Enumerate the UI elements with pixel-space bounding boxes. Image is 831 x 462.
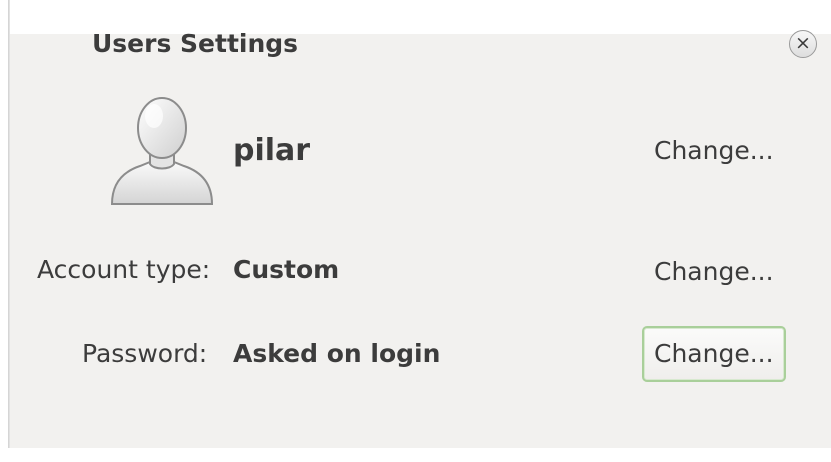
change-name-button[interactable]: Change... bbox=[640, 133, 788, 169]
users-settings-window: Users Settings × pilar Change... Account… bbox=[10, 0, 831, 448]
user-name: pilar bbox=[233, 133, 311, 168]
account-type-value: Custom bbox=[233, 255, 340, 284]
user-silhouette-icon bbox=[110, 97, 214, 205]
close-button[interactable]: × bbox=[789, 30, 817, 58]
change-password-button[interactable]: Change... bbox=[642, 326, 786, 382]
password-label: Password: bbox=[82, 339, 208, 368]
window-title: Users Settings bbox=[92, 29, 299, 58]
password-value: Asked on login bbox=[233, 339, 441, 368]
account-type-label: Account type: bbox=[37, 255, 211, 284]
close-icon: × bbox=[795, 32, 811, 54]
screen: Users Settings × pilar Change... Account… bbox=[0, 0, 831, 462]
change-account-type-button[interactable]: Change... bbox=[640, 254, 788, 290]
window-bottom-band bbox=[10, 448, 831, 462]
